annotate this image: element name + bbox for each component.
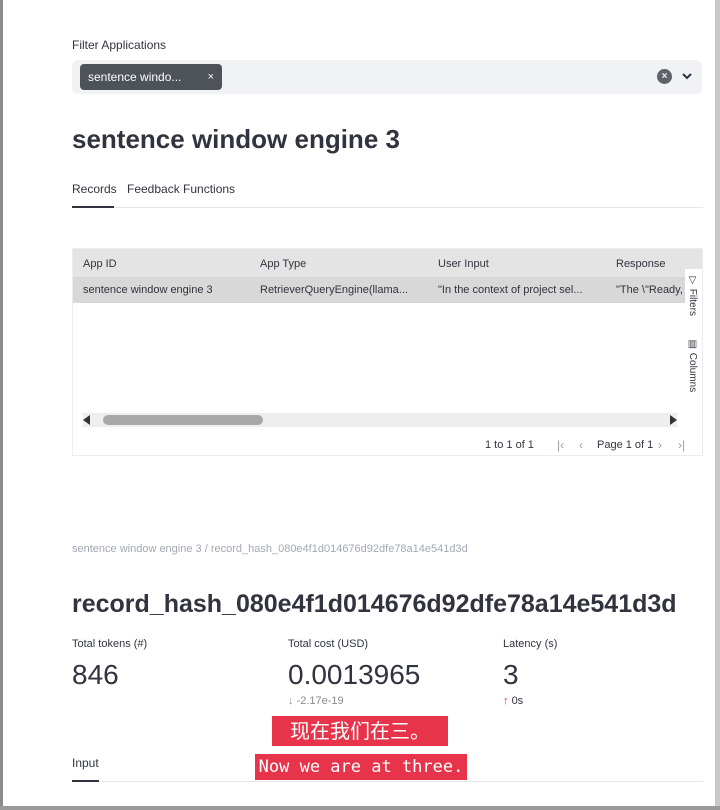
metric-label: Total tokens (#) (72, 638, 148, 650)
filter-applications-label: Filter Applications (72, 38, 167, 52)
columns-icon: ▥ (687, 339, 698, 350)
video-subtitle: 现在我们在三。 Now we are at three. (255, 716, 467, 780)
filters-side-tab[interactable]: ▽ Filters (687, 275, 698, 316)
arrow-down-icon: ↓ (288, 695, 294, 707)
filters-side-tab-label: Filters (687, 288, 698, 317)
arrow-up-icon: ↑ (503, 695, 509, 707)
row-count-summary: 1 to 1 of 1 (485, 439, 534, 451)
scroll-right-arrow-icon[interactable] (670, 415, 677, 425)
selected-app-chip[interactable]: sentence windo... × (80, 64, 222, 90)
horizontal-scrollbar[interactable] (83, 413, 677, 427)
chip-remove-icon[interactable]: × (208, 64, 214, 90)
metric-delta-value: 0s (511, 695, 524, 707)
subtitle-chinese: 现在我们在三。 (272, 716, 448, 746)
columns-side-tab[interactable]: ▥ Columns (687, 339, 698, 392)
records-grid: App ID App Type User Input Response sent… (72, 248, 703, 456)
record-title: record_hash_080e4f1d014676d92dfe78a14e54… (72, 590, 677, 618)
next-page-icon[interactable]: › (658, 438, 662, 452)
clear-selection-icon[interactable]: × (657, 69, 672, 84)
selected-app-chip-label: sentence windo... (88, 70, 182, 84)
column-header-user-input[interactable]: User Input (438, 258, 598, 270)
cell-user-input[interactable]: "In the context of project sel... (438, 284, 598, 296)
metric-value: 846 (72, 659, 119, 690)
grid-header-row: App ID App Type User Input Response (73, 249, 702, 277)
previous-page-icon[interactable]: ‹ (579, 438, 583, 452)
first-page-icon[interactable]: |‹ (557, 438, 564, 452)
last-page-icon[interactable]: ›| (678, 438, 685, 452)
window-frame-left (0, 0, 3, 810)
metric-total-cost: Total cost (USD) 0.0013965 ↓ -2.17e-19 (288, 638, 420, 707)
metric-total-tokens: Total tokens (#) 846 (72, 638, 147, 691)
subtitle-english: Now we are at three. (255, 754, 467, 780)
metric-value: 3 (503, 659, 519, 690)
tab-input[interactable]: Input (72, 756, 99, 782)
filter-icon: ▽ (687, 275, 698, 286)
page-indicator: Page 1 of 1 (597, 439, 654, 451)
metric-label: Latency (s) (503, 638, 558, 650)
metric-value: 0.0013965 (288, 659, 421, 690)
metric-delta-value: -2.17e-19 (296, 695, 344, 707)
breadcrumb: sentence window engine 3 / record_hash_0… (72, 543, 468, 555)
tab-records[interactable]: Records (72, 182, 117, 208)
column-header-app-type[interactable]: App Type (260, 258, 425, 270)
grid-pagination: 1 to 1 of 1 |‹ ‹ Page 1 of 1 › ›| (73, 438, 702, 455)
table-row[interactable]: sentence window engine 3 RetrieverQueryE… (73, 277, 702, 303)
tab-bar: Records Feedback Functions (72, 182, 703, 208)
window-frame-right (715, 0, 720, 810)
metric-label: Total cost (USD) (288, 638, 369, 650)
metric-delta: ↓ -2.17e-19 (288, 695, 420, 707)
scrollbar-thumb[interactable] (103, 415, 263, 425)
cell-app-id[interactable]: sentence window engine 3 (83, 284, 248, 296)
grid-side-panel: ▽ Filters ▥ Columns (685, 269, 702, 399)
filter-applications-multiselect[interactable]: sentence windo... × × (72, 60, 702, 94)
columns-side-tab-label: Columns (687, 352, 698, 393)
app-title: sentence window engine 3 (72, 124, 400, 154)
column-header-app-id[interactable]: App ID (83, 258, 248, 270)
window-frame-bottom (0, 806, 720, 810)
metric-delta: ↑ 0s (503, 695, 557, 707)
chevron-down-icon[interactable] (680, 67, 694, 85)
cell-app-type[interactable]: RetrieverQueryEngine(llama... (260, 284, 425, 296)
tab-feedback-functions[interactable]: Feedback Functions (127, 182, 235, 208)
scroll-left-arrow-icon[interactable] (83, 415, 90, 425)
metric-latency: Latency (s) 3 ↑ 0s (503, 638, 557, 707)
